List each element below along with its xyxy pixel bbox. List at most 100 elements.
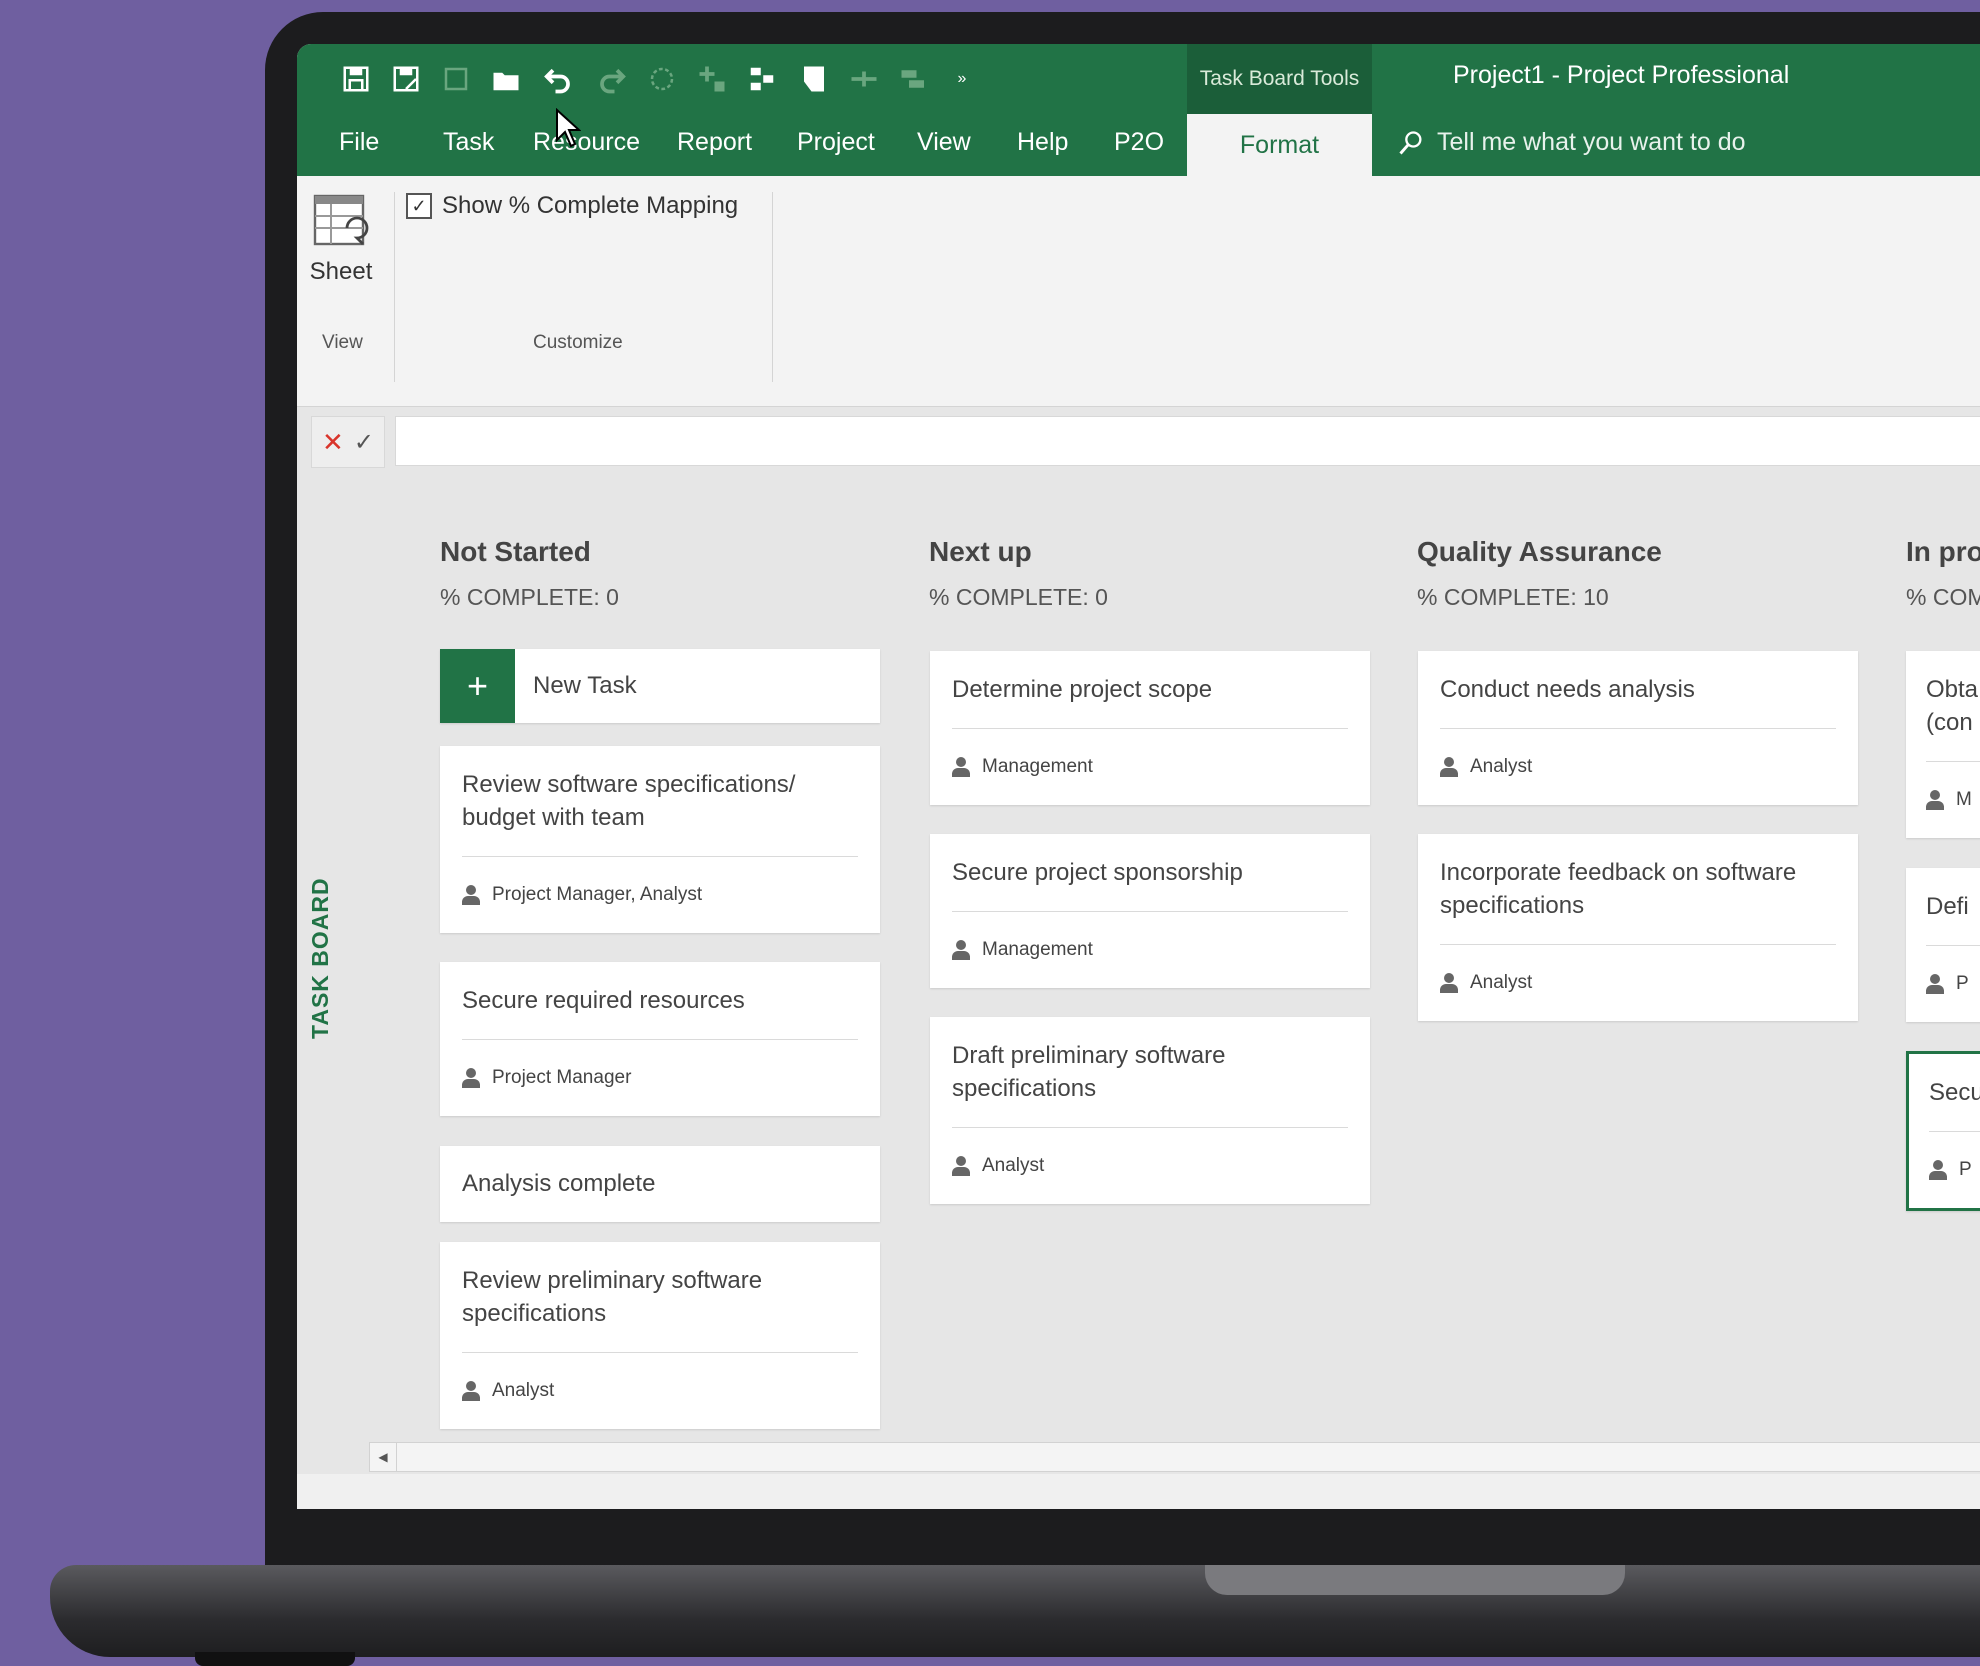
new-icon[interactable] <box>439 62 473 96</box>
card-resources: Analyst <box>1440 945 1836 1021</box>
cancel-icon[interactable]: ✕ <box>322 427 344 458</box>
tab-help[interactable]: Help <box>1017 128 1068 157</box>
card-resource-names: Project Manager, Analyst <box>492 884 703 906</box>
tell-me-search[interactable]: Tell me what you want to do <box>1397 128 1746 157</box>
card-resources: Management <box>952 729 1348 805</box>
card-title: Review preliminary software specificatio… <box>462 1267 763 1328</box>
task-card[interactable]: Incorporate feedback on software specifi… <box>1418 834 1858 1022</box>
group-label-customize: Customize <box>533 332 623 353</box>
board-column-next-up: Next up % COMPLETE: 0 <box>929 536 1371 611</box>
task-card[interactable]: Draft preliminary software specification… <box>930 1017 1370 1205</box>
app-window: » Task Board Tools Project1 - Project Pr… <box>297 44 1980 1509</box>
task-card[interactable]: Conduct needs analysis Analyst <box>1418 651 1858 806</box>
card-resource-names: P <box>1959 1159 1972 1181</box>
table-icon[interactable] <box>897 62 931 96</box>
new-task-button[interactable]: + New Task <box>440 649 880 723</box>
tab-p2o[interactable]: P2O <box>1114 128 1164 157</box>
tab-resource[interactable]: Resource <box>533 128 640 157</box>
card-resource-names: Analyst <box>492 1380 555 1402</box>
tab-project[interactable]: Project <box>797 128 875 157</box>
column-title: Not Started <box>440 536 591 567</box>
horizontal-scrollbar[interactable]: ◀ <box>369 1442 1980 1472</box>
undo-icon[interactable] <box>541 62 575 96</box>
card-resource-names: Management <box>982 756 1093 778</box>
search-icon <box>1399 130 1422 154</box>
person-icon <box>1440 757 1458 778</box>
show-complete-mapping-checkbox[interactable]: ✓ <box>406 193 432 219</box>
person-icon <box>1440 973 1458 994</box>
tab-format[interactable]: Format <box>1187 114 1372 176</box>
open-icon[interactable] <box>489 62 523 96</box>
column-percent: % COMPLETE: 0 <box>440 584 619 610</box>
person-icon <box>1926 790 1944 811</box>
ribbon-separator <box>772 192 773 382</box>
column-percent: % COM <box>1906 584 1980 610</box>
column-title: In pro <box>1906 536 1980 567</box>
card-title: Defi <box>1926 893 1969 920</box>
column-cards: Conduct needs analysis Analyst Incorpora… <box>1418 651 1860 1051</box>
person-icon <box>462 1068 480 1089</box>
column-percent: % COMPLETE: 0 <box>929 584 1108 610</box>
redo-icon[interactable] <box>595 62 629 96</box>
sparkle-icon[interactable] <box>695 62 729 96</box>
card-title: Secu <box>1929 1079 1980 1106</box>
board-column-quality-assurance: Quality Assurance % COMPLETE: 10 <box>1417 536 1859 611</box>
task-board-label: TASK BOARD <box>307 877 333 1039</box>
circle-icon[interactable] <box>645 62 679 96</box>
column-percent: % COMPLETE: 10 <box>1417 584 1609 610</box>
mouse-cursor-icon <box>556 108 581 148</box>
person-icon <box>462 1381 480 1402</box>
laptop-foot <box>195 1652 355 1666</box>
more-icon[interactable]: » <box>945 62 979 96</box>
tab-task[interactable]: Task <box>443 128 494 157</box>
task-card[interactable]: Obta (con M <box>1906 651 1980 839</box>
task-card[interactable]: Secure required resources Project Manage… <box>440 962 880 1117</box>
card-resource-names: Management <box>982 939 1093 961</box>
tab-file[interactable]: File <box>339 128 379 157</box>
branch-icon[interactable] <box>745 62 779 96</box>
task-card[interactable]: Review preliminary software specificatio… <box>440 1242 880 1430</box>
card-resources: Management <box>952 912 1348 988</box>
scroll-left-icon[interactable]: ◀ <box>370 1443 397 1471</box>
person-icon <box>952 757 970 778</box>
card-resource-names: P <box>1956 973 1969 995</box>
page-icon[interactable] <box>797 62 831 96</box>
card-title: Conduct needs analysis <box>1440 676 1695 703</box>
tab-report[interactable]: Report <box>677 128 752 157</box>
task-card[interactable]: Review software specifications/ budget w… <box>440 746 880 934</box>
task-card[interactable]: Analysis complete <box>440 1146 880 1222</box>
tab-view[interactable]: View <box>917 128 971 157</box>
card-resources: Analyst <box>462 1353 858 1429</box>
card-resources: Project Manager, Analyst <box>462 857 858 933</box>
card-resources: Analyst <box>1440 729 1836 805</box>
save-as-icon[interactable] <box>389 62 423 96</box>
column-title: Next up <box>929 536 1032 567</box>
card-title: Secure required resources <box>462 987 745 1014</box>
show-complete-mapping-option[interactable]: ✓ Show % Complete Mapping <box>406 192 738 220</box>
window-title: Project1 - Project Professional <box>1453 61 1790 89</box>
card-title: Review software specifications/ budget w… <box>462 771 796 832</box>
entry-input[interactable] <box>395 416 1980 466</box>
plus-icon: + <box>440 649 515 723</box>
task-card-selected[interactable]: Secu P <box>1906 1051 1980 1212</box>
card-resource-names: Analyst <box>1470 972 1533 994</box>
context-tab-task-board-tools: Task Board Tools <box>1187 44 1372 114</box>
laptop-base <box>50 1565 1980 1657</box>
task-card[interactable]: Defi P <box>1906 868 1980 1023</box>
new-task-label: New Task <box>533 672 637 699</box>
task-card[interactable]: Determine project scope Management <box>930 651 1370 806</box>
link-icon[interactable] <box>847 62 881 96</box>
sheet-button[interactable]: Sheet <box>309 192 373 286</box>
card-title: Draft preliminary software specification… <box>952 1042 1226 1103</box>
column-cards: + New Task Review software specification… <box>440 649 882 1449</box>
group-label-view: View <box>322 332 363 353</box>
save-icon[interactable] <box>339 62 373 96</box>
card-title: Obta (con <box>1926 676 1979 737</box>
card-resources: P <box>1929 1132 1980 1208</box>
card-resources: P <box>1926 946 1980 1022</box>
task-card[interactable]: Secure project sponsorship Management <box>930 834 1370 989</box>
card-resource-names: Analyst <box>1470 756 1533 778</box>
card-title: Incorporate feedback on software specifi… <box>1440 859 1797 920</box>
sheet-icon <box>313 194 369 246</box>
check-icon[interactable]: ✓ <box>354 428 374 457</box>
